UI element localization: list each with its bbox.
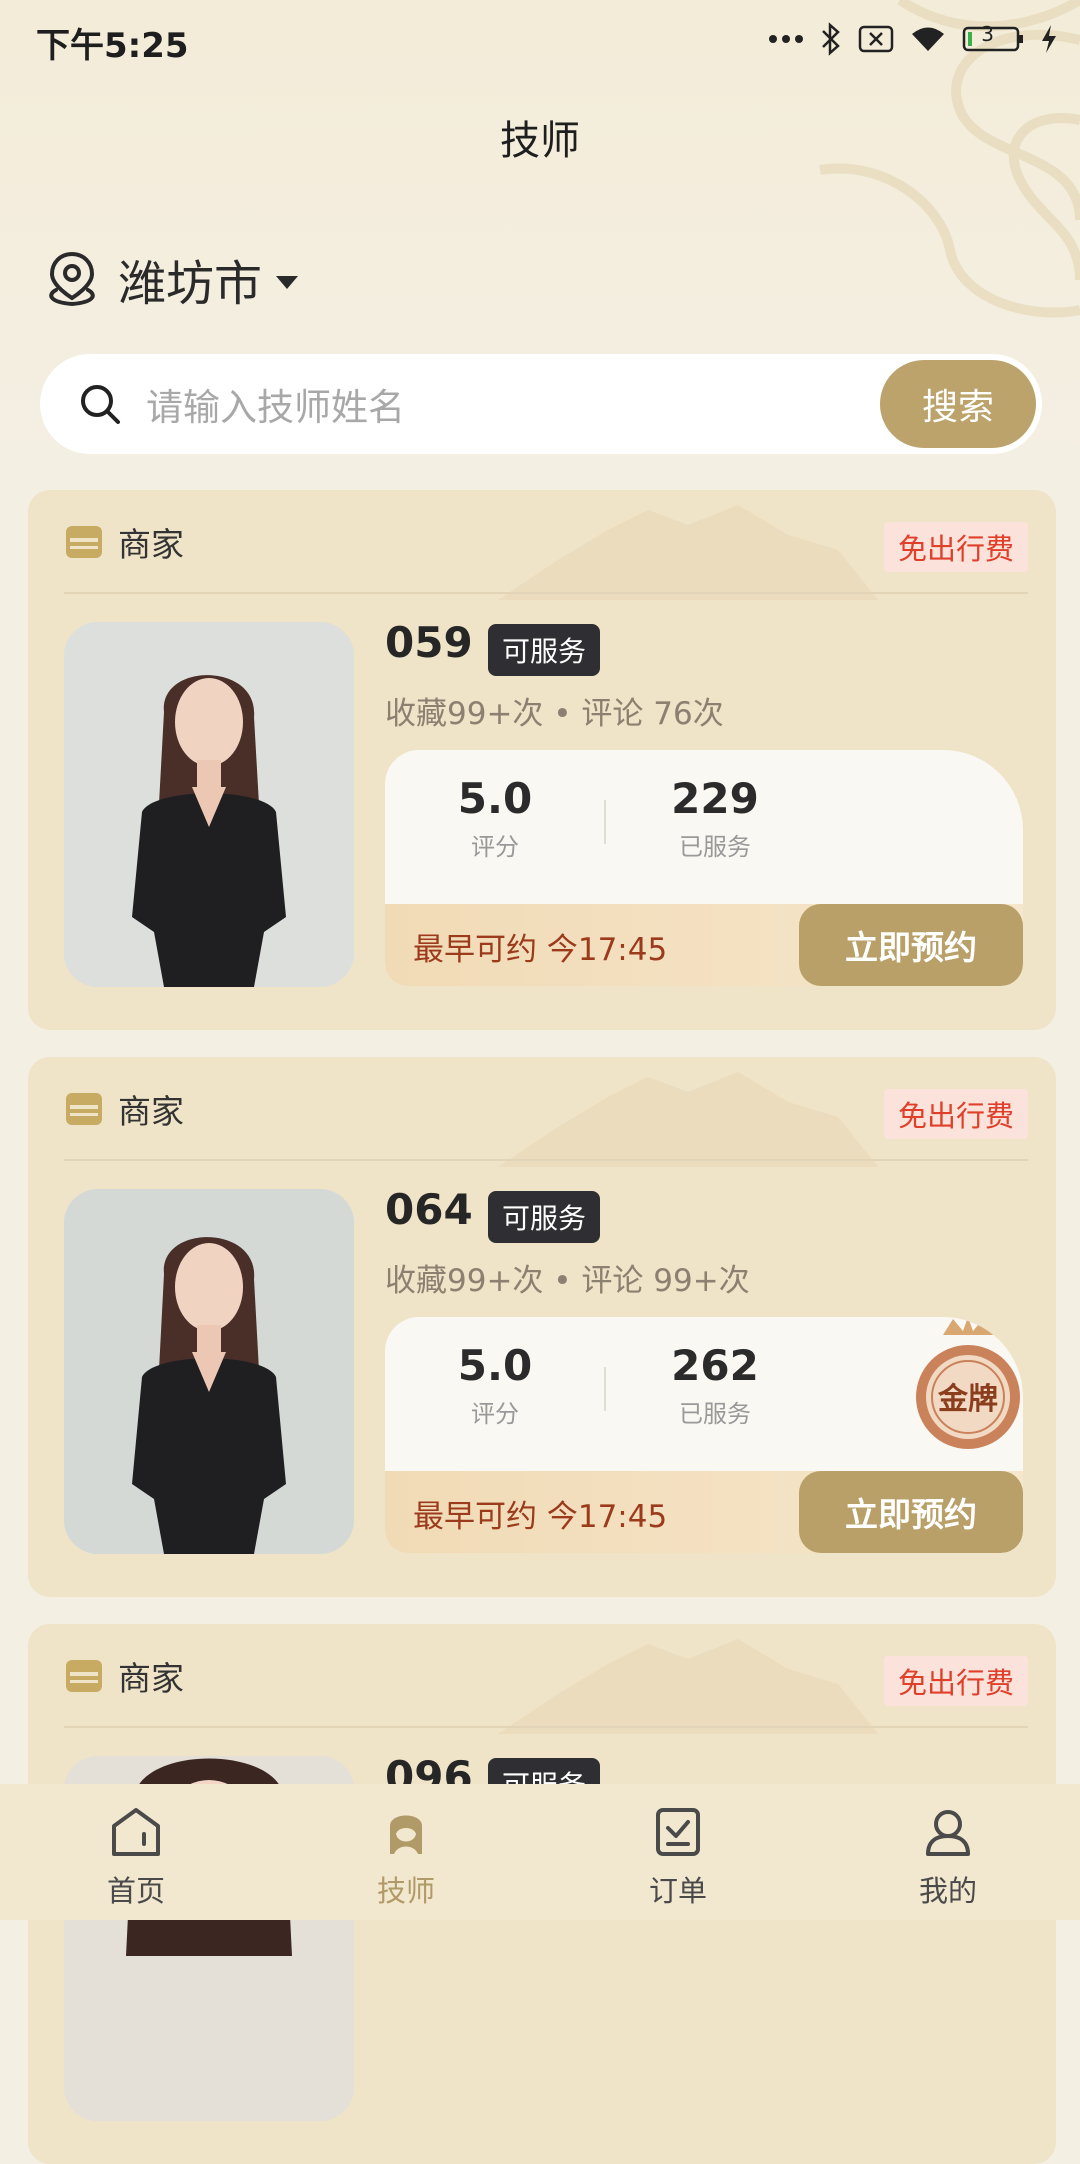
wifi-icon [912, 27, 944, 51]
status-badge: 可服务 [488, 1191, 601, 1243]
shop-icon [66, 526, 102, 558]
status-bar: 下午5:25 3 [0, 0, 1080, 78]
technician-icon [390, 1815, 422, 1854]
mountain-decoration [498, 1072, 878, 1167]
tab-label: 订单 [648, 1874, 707, 1908]
status-icons: 3 [768, 18, 1058, 60]
technician-name: 064 [385, 1185, 473, 1234]
served-value: 262 [671, 1341, 759, 1390]
served-label: 已服务 [679, 1400, 751, 1428]
search-bar: 请输入技师姓名 搜索 [40, 354, 1042, 454]
divider [64, 1726, 1028, 1728]
merchant-label: 商家 [118, 525, 184, 564]
gold-medal-icon: 金牌 [916, 1317, 1020, 1449]
technician-card[interactable]: 商家 免出行费 059 可服务 收藏99+次 • 评论 76次 5.0 评分 2… [28, 490, 1056, 1030]
stat-divider [604, 1367, 606, 1411]
merchant-row: 商家 [64, 520, 184, 564]
served-stat: 229 已服务 [625, 774, 805, 862]
no-sim-icon [858, 25, 894, 53]
home-icon [112, 1808, 160, 1856]
merchant-row: 商家 [64, 1087, 184, 1131]
search-icon [81, 385, 120, 424]
book-now-button[interactable]: 立即预约 [799, 904, 1023, 986]
free-travel-tag: 免出行费 [883, 1656, 1028, 1706]
appointment-bar: 最早可约 今17:45 立即预约 [385, 1471, 1023, 1553]
divider [64, 1159, 1028, 1161]
tab-technician[interactable]: 技师 [326, 1804, 486, 1910]
rating-stat: 5.0 评分 [405, 1341, 585, 1429]
free-travel-tag: 免出行费 [883, 522, 1028, 572]
tab-label: 首页 [106, 1874, 165, 1908]
tab-label: 技师 [376, 1874, 435, 1908]
served-label: 已服务 [679, 833, 751, 861]
order-icon [656, 1808, 700, 1856]
merchant-label: 商家 [118, 1092, 184, 1131]
location-selector[interactable]: 潍坊市 [44, 244, 299, 314]
medal-label: 金牌 [937, 1382, 998, 1417]
rating-value: 5.0 [457, 1341, 533, 1390]
city-name: 潍坊市 [118, 256, 263, 312]
technician-photo[interactable] [64, 622, 354, 987]
technician-photo[interactable] [64, 1189, 354, 1554]
merchant-row: 商家 [64, 1654, 184, 1698]
page-title: 技师 [500, 118, 580, 164]
stats-panel: 5.0 评分 229 已服务 最早可约 今17:45 立即预约 [385, 750, 1023, 986]
merchant-label: 商家 [118, 1659, 184, 1698]
rating-stat: 5.0 评分 [405, 774, 585, 862]
shop-icon [66, 1093, 102, 1125]
earliest-appointment: 最早可约 今17:45 [413, 1499, 668, 1535]
favorites-reviews: 收藏99+次 • 评论 76次 [385, 696, 724, 732]
caret-down-icon [276, 275, 299, 289]
favorites-reviews: 收藏99+次 • 评论 99+次 [385, 1263, 750, 1299]
mountain-decoration [498, 1639, 878, 1734]
status-time: 下午5:25 [36, 26, 189, 66]
profile-icon [926, 1810, 970, 1856]
battery-level: 3 [981, 22, 994, 46]
rating-label: 评分 [471, 1400, 519, 1428]
more-dots-icon [769, 35, 803, 43]
served-stat: 262 已服务 [625, 1341, 805, 1429]
mountain-decoration [498, 505, 878, 600]
appointment-bar: 最早可约 今17:45 立即预约 [385, 904, 1023, 986]
divider [64, 592, 1028, 594]
tab-orders[interactable]: 订单 [598, 1804, 758, 1910]
technician-name: 059 [385, 618, 473, 667]
book-now-button[interactable]: 立即预约 [799, 1471, 1023, 1553]
stats-panel: 5.0 评分 262 已服务 金牌 最早可约 今17:45 立即预约 [385, 1317, 1023, 1553]
free-travel-tag: 免出行费 [883, 1089, 1028, 1139]
stat-divider [604, 800, 606, 844]
rating-value: 5.0 [457, 774, 533, 823]
tab-profile[interactable]: 我的 [868, 1804, 1028, 1910]
location-pin-icon [49, 251, 95, 307]
search-button[interactable]: 搜索 [880, 360, 1036, 448]
tab-home[interactable]: 首页 [56, 1804, 216, 1910]
served-value: 229 [671, 774, 759, 823]
bottom-tab-bar: 首页 技师 订单 我的 [0, 1784, 1080, 1920]
status-badge: 可服务 [488, 624, 601, 676]
charging-icon [1042, 25, 1056, 53]
tab-label: 我的 [918, 1874, 977, 1908]
rating-label: 评分 [471, 833, 519, 861]
technician-card[interactable]: 商家 免出行费 064 可服务 收藏99+次 • 评论 99+次 5.0 评分 … [28, 1057, 1056, 1597]
shop-icon [66, 1660, 102, 1692]
earliest-appointment: 最早可约 今17:45 [413, 932, 668, 968]
bluetooth-icon [822, 22, 840, 56]
